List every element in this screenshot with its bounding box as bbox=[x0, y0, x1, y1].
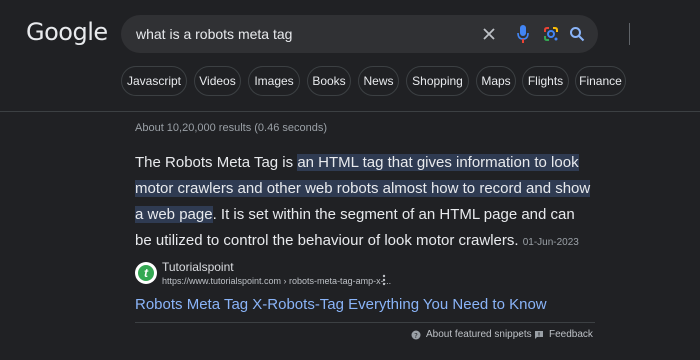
snippet-date: 01-Jun-2023 bbox=[522, 237, 579, 248]
google-logo[interactable]: Google bbox=[26, 18, 108, 46]
feedback-icon bbox=[534, 330, 544, 340]
featured-snippet-text: The Robots Meta Tag is an HTML tag that … bbox=[135, 150, 595, 256]
site-url[interactable]: https://www.tutorialspoint.com › robots-… bbox=[162, 276, 391, 286]
site-favicon: t bbox=[135, 262, 157, 284]
header-divider bbox=[0, 111, 700, 112]
result-stats: About 10,20,000 results (0.46 seconds) bbox=[135, 122, 328, 134]
close-icon[interactable] bbox=[479, 24, 499, 44]
feedback-link[interactable]: Feedback bbox=[534, 329, 593, 340]
chip-flights[interactable]: Flights bbox=[522, 66, 569, 96]
more-vert-icon[interactable] bbox=[382, 274, 386, 289]
google-lens-icon[interactable] bbox=[541, 24, 561, 44]
search-bar[interactable]: what is a robots meta tag bbox=[121, 15, 630, 53]
chip-news[interactable]: News bbox=[358, 66, 399, 96]
about-featured-snippets[interactable]: ? About featured snippets bbox=[411, 329, 532, 340]
about-featured-snippets-label: About featured snippets bbox=[426, 329, 532, 340]
chip-maps[interactable]: Maps bbox=[476, 66, 516, 96]
svg-text:?: ? bbox=[414, 332, 418, 340]
result-title-link[interactable]: Robots Meta Tag X-Robots-Tag Everything … bbox=[135, 296, 547, 313]
site-name[interactable]: Tutorialspoint bbox=[162, 260, 234, 274]
footer-divider bbox=[135, 322, 595, 323]
chip-shopping[interactable]: Shopping bbox=[406, 66, 469, 96]
favicon-letter: t bbox=[144, 266, 148, 280]
footer-separator-dot: · bbox=[519, 329, 523, 340]
snippet-intro: The Robots Meta Tag is bbox=[135, 154, 298, 171]
chip-books[interactable]: Books bbox=[307, 66, 351, 96]
search-input[interactable]: what is a robots meta tag bbox=[136, 26, 292, 42]
search-bar-divider bbox=[629, 23, 630, 45]
chip-images[interactable]: Images bbox=[248, 66, 300, 96]
search-icon[interactable] bbox=[567, 24, 587, 44]
feedback-label: Feedback bbox=[549, 329, 593, 340]
chip-finance[interactable]: Finance bbox=[575, 66, 626, 96]
microphone-icon[interactable] bbox=[513, 24, 533, 44]
chip-javascript[interactable]: Javascript bbox=[121, 66, 187, 96]
help-icon: ? bbox=[411, 330, 421, 340]
chip-videos[interactable]: Videos bbox=[194, 66, 241, 96]
